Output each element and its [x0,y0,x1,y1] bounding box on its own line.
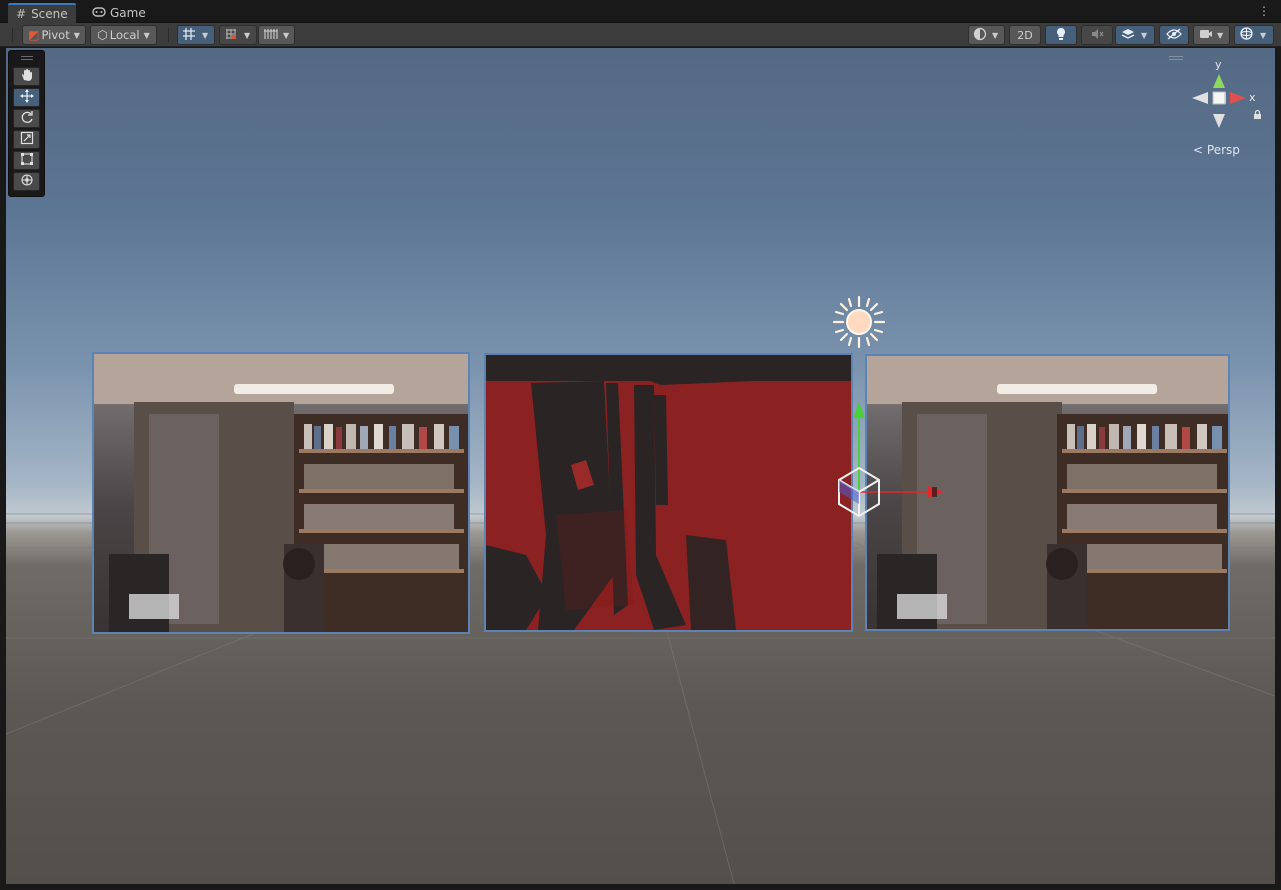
projection-toggle[interactable]: < Persp [1193,143,1240,157]
local-dropdown[interactable]: ⬡ Local ▼ [90,25,157,45]
cube-icon: ⬡ [97,28,108,42]
camera-icon [1199,28,1213,42]
caret-down-icon: ▼ [1217,30,1224,40]
chevron-left-icon: < [1193,143,1204,157]
transform-tool-button[interactable] [13,172,40,191]
caret-down-icon[interactable]: ▼ [244,31,250,40]
room-photo-left [94,354,468,632]
scene-toolbar: ◩ Pivot ▼ ⬡ Local ▼ ▼ ▼ ▼ ▼ 2D ▼ ▼ ▼ [0,23,1281,47]
speaker-muted-icon [1090,28,1104,43]
shading-mode-dropdown[interactable]: ▼ [968,25,1005,45]
depth-map [486,355,851,630]
depth-image-center[interactable] [484,353,853,632]
mode-2d-toggle[interactable]: 2D [1009,25,1041,45]
rotate-tool-button[interactable] [13,109,40,128]
increment-snap-toggle[interactable]: ▼ [219,25,257,45]
tab-scene-label: Scene [31,7,68,21]
tab-game[interactable]: Game [84,3,150,23]
caret-down-icon: ▼ [1260,30,1267,40]
grid-snap-icon [182,27,196,44]
directional-light-icon[interactable] [832,295,886,349]
move-tool-button[interactable] [13,88,40,107]
pivot-dropdown[interactable]: ◩ Pivot ▼ [22,25,86,45]
lighting-toggle[interactable] [1045,25,1077,45]
hamburger-menu-icon[interactable] [1169,56,1183,60]
tab-bar: # Scene Game ⋮ [0,0,1281,23]
gizmo-sphere-icon [1239,26,1254,44]
scene-visibility-toggle[interactable] [1159,25,1189,45]
move-arrows-icon [19,88,34,107]
caret-down-icon: ▼ [992,30,999,40]
hand-tool-button[interactable] [13,67,40,86]
scale-icon [20,131,34,149]
caret-down-icon: ▼ [73,30,80,40]
camera-settings-dropdown[interactable]: ▼ [1193,25,1230,45]
grid-visibility-toggle[interactable]: ▼ [258,25,295,45]
effects-dropdown[interactable]: ▼ [1115,25,1155,45]
lightbulb-icon [1055,27,1067,44]
pivot-label: Pivot [41,28,70,42]
move-transform-gizmo[interactable] [832,400,957,520]
tab-game-label: Game [110,6,146,20]
caret-down-icon[interactable]: ▼ [283,31,289,40]
eye-hidden-icon [1166,27,1182,43]
tab-scene[interactable]: # Scene [8,3,76,23]
caret-down-icon: ▼ [143,30,150,40]
more-options-icon[interactable]: ⋮ [1257,3,1271,19]
lock-icon[interactable] [1253,109,1262,123]
sphere-icon [973,27,987,44]
rotate-icon [20,110,34,128]
audio-toggle[interactable] [1081,25,1113,45]
hand-icon [20,68,34,86]
drag-handle[interactable] [21,56,33,60]
gamepad-icon [92,6,106,20]
tool-palette [8,50,45,197]
gizmo-y-label: y [1215,58,1222,71]
projection-label: Persp [1206,143,1240,157]
caret-down-icon[interactable]: ▼ [202,31,208,40]
transform-icon [20,173,34,191]
toolbar-divider [12,28,13,42]
increment-snap-icon [224,27,238,44]
gizmos-dropdown[interactable]: ▼ [1234,25,1274,45]
hash-icon: # [16,7,27,21]
local-label: Local [109,28,140,42]
caret-down-icon: ▼ [1141,30,1148,40]
gizmo-x-label: x [1249,91,1256,104]
pivot-icon: ◩ [28,28,40,42]
layers-icon [1121,28,1135,43]
scale-tool-button[interactable] [13,130,40,149]
ruler-grid-icon [263,28,278,43]
rect-tool-button[interactable] [13,151,40,170]
mode-2d-label: 2D [1017,28,1033,42]
scene-viewport[interactable]: y x < Persp [6,48,1275,884]
grid-snap-toggle[interactable]: ▼ [177,25,215,45]
toolbar-divider [168,28,169,42]
rect-transform-icon [20,152,34,170]
rgb-image-left[interactable] [92,352,470,634]
